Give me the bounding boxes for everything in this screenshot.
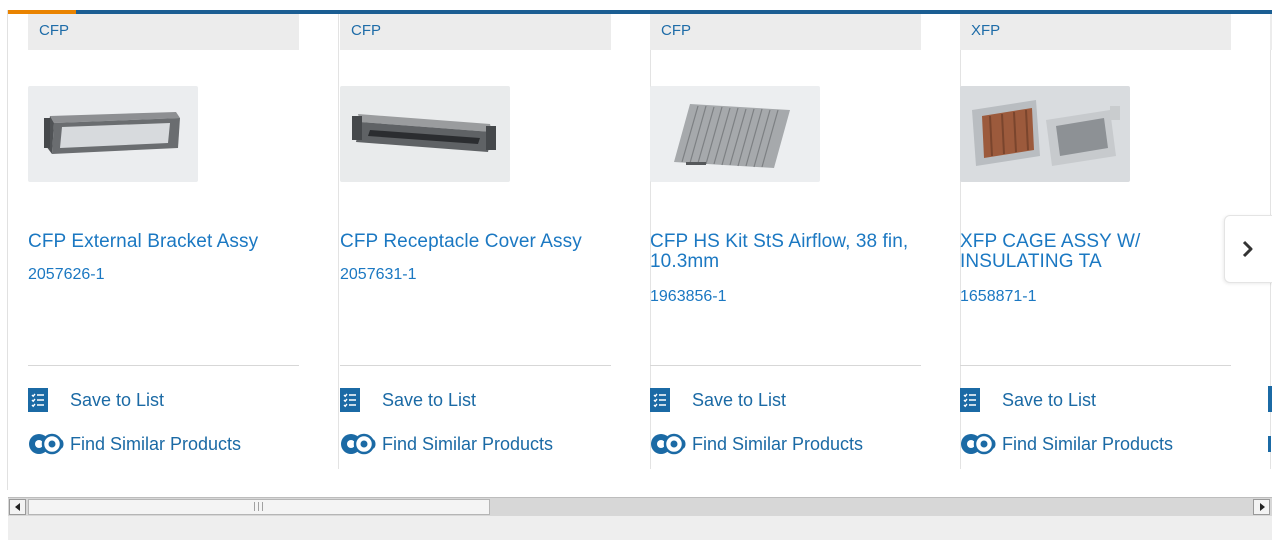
chevron-right-icon — [1242, 240, 1253, 258]
category-label: CFP — [340, 14, 611, 50]
part-number-link[interactable]: 2057626-1 — [28, 266, 105, 284]
card-divider — [340, 365, 611, 366]
part-number-link[interactable]: 1963856-1 — [650, 288, 727, 306]
checklist-icon — [960, 388, 980, 412]
gears-icon — [28, 431, 64, 457]
save-to-list-button[interactable]: Save to List — [340, 387, 476, 413]
category-label: CFP — [28, 14, 299, 50]
find-similar-label: Find Similar Products — [1002, 433, 1174, 454]
checklist-icon — [340, 388, 360, 412]
checklist-icon-partial — [1268, 386, 1272, 412]
product-image[interactable] — [650, 86, 820, 182]
card-divider — [960, 365, 1231, 366]
part-number-link[interactable]: 2057631-1 — [340, 266, 417, 284]
page-bottom-area — [8, 516, 1272, 540]
find-similar-button[interactable]: Find Similar Products — [28, 431, 241, 457]
product-title-link[interactable]: CFP Receptacle Cover Assy — [340, 232, 615, 252]
find-similar-label: Find Similar Products — [70, 433, 242, 454]
product-image[interactable] — [340, 86, 510, 182]
find-similar-label: Find Similar Products — [692, 433, 864, 454]
product-card: CFP CFP HS Kit StS Airflow, 38 fin, 10.3… — [650, 14, 961, 469]
category-label: CFP — [650, 14, 921, 50]
card-divider — [650, 365, 921, 366]
left-border — [7, 10, 8, 490]
scroll-right-button[interactable] — [1253, 499, 1270, 515]
find-similar-button[interactable]: Find Similar Products — [960, 431, 1173, 457]
product-card: CFP CFP Receptacle Cover Assy 2057631-1 … — [340, 14, 651, 469]
gears-icon — [960, 431, 996, 457]
scrollbar-thumb[interactable]: ||| — [28, 499, 490, 515]
carousel-next-button[interactable] — [1224, 215, 1272, 283]
grip-icon: ||| — [252, 502, 266, 512]
product-carousel-viewport: CFP CFP External Bracket Assy 2057626-1 … — [0, 0, 1272, 540]
caret-right-icon — [1259, 503, 1265, 511]
save-to-list-label: Save to List — [382, 389, 477, 410]
checklist-icon — [28, 388, 48, 412]
checklist-icon — [650, 388, 670, 412]
category-label: XFP — [960, 14, 1231, 50]
part-number-link[interactable]: 1658871-1 — [960, 288, 1037, 306]
save-to-list-button[interactable]: Save to List — [960, 387, 1096, 413]
save-to-list-button[interactable]: Save to List — [650, 387, 786, 413]
gears-icon — [340, 431, 376, 457]
find-similar-button[interactable]: Find Similar Products — [650, 431, 863, 457]
product-title-link[interactable]: XFP CAGE ASSY W/ INSULATING TA — [960, 232, 1235, 272]
save-to-list-button[interactable]: Save to List — [28, 387, 164, 413]
save-to-list-label: Save to List — [692, 389, 787, 410]
card-divider — [28, 365, 299, 366]
scroll-left-button[interactable] — [9, 499, 26, 515]
find-similar-button[interactable]: Find Similar Products — [340, 431, 553, 457]
save-to-list-label: Save to List — [1002, 389, 1097, 410]
product-card: CFP CFP External Bracket Assy 2057626-1 … — [28, 14, 339, 469]
gears-icon — [650, 431, 686, 457]
product-image[interactable] — [28, 86, 198, 182]
save-to-list-label: Save to List — [70, 389, 165, 410]
horizontal-scrollbar[interactable]: ||| — [8, 497, 1272, 516]
product-title-link[interactable]: CFP HS Kit StS Airflow, 38 fin, 10.3mm — [650, 232, 925, 272]
product-image[interactable] — [960, 86, 1130, 182]
gears-icon-partial — [1268, 436, 1271, 452]
find-similar-label: Find Similar Products — [382, 433, 554, 454]
product-title-link[interactable]: CFP External Bracket Assy — [28, 232, 303, 252]
caret-left-icon — [14, 503, 20, 511]
